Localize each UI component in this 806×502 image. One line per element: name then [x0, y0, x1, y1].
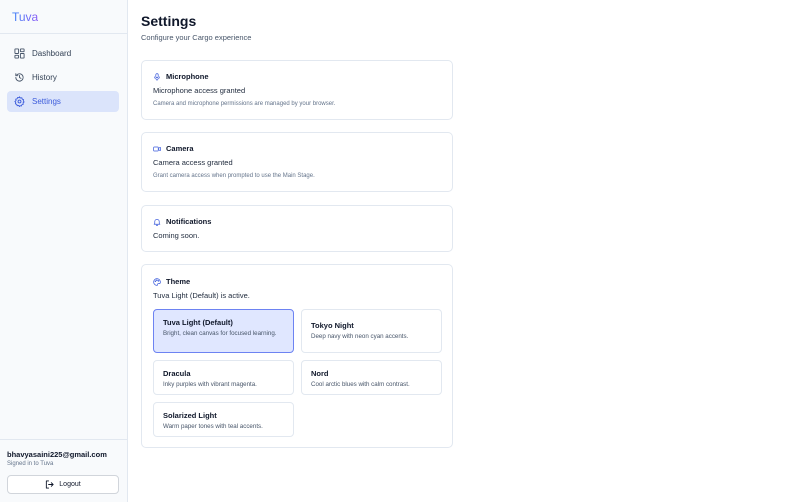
card-status: Tuva Light (Default) is active. — [153, 291, 250, 300]
card-title: Camera — [166, 144, 194, 153]
video-camera-icon — [153, 145, 161, 153]
sidebar-item-history[interactable]: History — [7, 67, 119, 88]
theme-description: Deep navy with neon cyan accents. — [311, 333, 409, 340]
theme-card: Theme Tuva Light (Default) is active. Tu… — [141, 264, 453, 448]
page-subtitle: Configure your Cargo experience — [141, 33, 252, 42]
settings-gear-icon — [14, 96, 25, 107]
theme-description: Warm paper tones with teal accents. — [163, 423, 263, 430]
sidebar-item-label: Settings — [32, 97, 61, 106]
theme-option-tuva-light[interactable]: Tuva Light (Default) Bright, clean canva… — [153, 309, 294, 353]
palette-icon — [153, 277, 161, 286]
card-header: Microphone — [153, 72, 209, 81]
card-status: Coming soon. — [153, 231, 200, 240]
notifications-card: Notifications Coming soon. — [141, 205, 453, 252]
card-status: Microphone access granted — [153, 86, 246, 95]
page-title: Settings — [141, 13, 197, 29]
sidebar-item-settings[interactable]: Settings — [7, 91, 119, 112]
theme-name: Dracula — [163, 369, 191, 378]
sidebar-item-dashboard[interactable]: Dashboard — [7, 43, 119, 64]
theme-name: Nord — [311, 369, 329, 378]
user-status: Signed in to Tuva — [7, 461, 54, 467]
history-icon — [14, 72, 25, 83]
microphone-icon — [153, 72, 161, 81]
microphone-card: Microphone Microphone access granted Cam… — [141, 60, 453, 120]
card-header: Theme — [153, 277, 190, 286]
card-note: Grant camera access when prompted to use… — [153, 173, 315, 179]
theme-option-dracula[interactable]: Dracula Inky purples with vibrant magent… — [153, 360, 294, 395]
card-title: Notifications — [166, 217, 212, 226]
user-email: bhavyasaini225@gmail.com — [7, 450, 107, 459]
logout-icon — [45, 480, 54, 489]
logout-button[interactable]: Logout — [7, 475, 119, 494]
theme-option-tokyo-night[interactable]: Tokyo Night Deep navy with neon cyan acc… — [301, 309, 442, 353]
card-note: Camera and microphone permissions are ma… — [153, 101, 336, 107]
dashboard-icon — [14, 48, 25, 59]
card-title: Theme — [166, 277, 191, 286]
theme-description: Bright, clean canvas for focused learnin… — [163, 330, 277, 337]
theme-name: Tuva Light (Default) — [163, 318, 233, 327]
logout-label: Logout — [59, 481, 81, 488]
sidebar-nav: Dashboard History Settings — [7, 43, 119, 115]
card-header: Notifications — [153, 217, 211, 226]
theme-option-solarized-light[interactable]: Solarized Light Warm paper tones with te… — [153, 402, 294, 437]
sidebar: Tuva Dashboard History Settings bhavyasa… — [0, 0, 128, 502]
camera-card: Camera Camera access granted Grant camer… — [141, 132, 453, 192]
bell-icon — [153, 218, 161, 226]
card-header: Camera — [153, 144, 194, 153]
theme-name: Solarized Light — [163, 411, 217, 420]
theme-option-nord[interactable]: Nord Cool arctic blues with calm contras… — [301, 360, 442, 395]
divider — [0, 33, 128, 34]
card-title: Microphone — [166, 72, 209, 81]
card-status: Camera access granted — [153, 158, 233, 167]
theme-description: Cool arctic blues with calm contrast. — [311, 381, 410, 388]
sidebar-item-label: Dashboard — [32, 49, 72, 58]
theme-description: Inky purples with vibrant magenta. — [163, 381, 257, 388]
sidebar-item-label: History — [32, 73, 57, 82]
brand-logo[interactable]: Tuva — [12, 10, 38, 24]
user-panel: bhavyasaini225@gmail.com Signed in to Tu… — [0, 439, 128, 502]
theme-name: Tokyo Night — [311, 321, 354, 330]
